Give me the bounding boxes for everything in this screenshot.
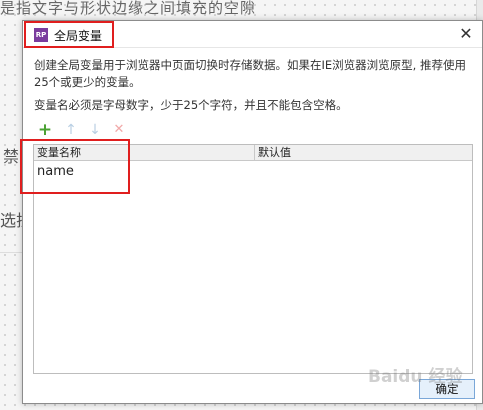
axure-app-icon: RP [34, 28, 48, 42]
close-button[interactable]: ✕ [455, 24, 477, 44]
variables-table: 变量名称 默认值 name [33, 144, 473, 374]
table-header: 变量名称 默认值 [34, 145, 472, 161]
column-divider[interactable] [254, 145, 255, 160]
move-up-icon[interactable]: ↑ [63, 122, 79, 138]
dialog-titlebar[interactable]: RP 全局变量 ✕ [23, 21, 482, 48]
add-variable-icon[interactable]: + [37, 122, 53, 139]
global-variables-dialog: RP 全局变量 ✕ 创建全局变量用于浏览器中页面切换时存储数据。如果在IE浏览器… [22, 20, 483, 404]
watermark-logo: Baidu 经验 [368, 367, 463, 387]
table-row[interactable]: name [34, 162, 472, 182]
canvas-shape [0, 252, 24, 403]
canvas-text-top: 是指文字与形状边缘之间填充的空隙 [0, 0, 257, 17]
column-header-default[interactable]: 默认值 [258, 145, 291, 160]
canvas-text-a: 禁 [3, 147, 20, 166]
column-header-name[interactable]: 变量名称 [37, 145, 81, 160]
delete-variable-icon[interactable]: ✕ [111, 122, 127, 138]
variable-name-cell[interactable]: name [37, 162, 74, 182]
move-down-icon[interactable]: ↓ [87, 122, 103, 138]
variable-name-rule: 变量名必须是字母数字，少于25个字符，并且不能包含空格。 [34, 98, 348, 112]
dialog-description: 创建全局变量用于浏览器中页面切换时存储数据。如果在IE浏览器浏览原型, 推荐使用… [34, 58, 466, 89]
dialog-title: 全局变量 [54, 29, 103, 43]
